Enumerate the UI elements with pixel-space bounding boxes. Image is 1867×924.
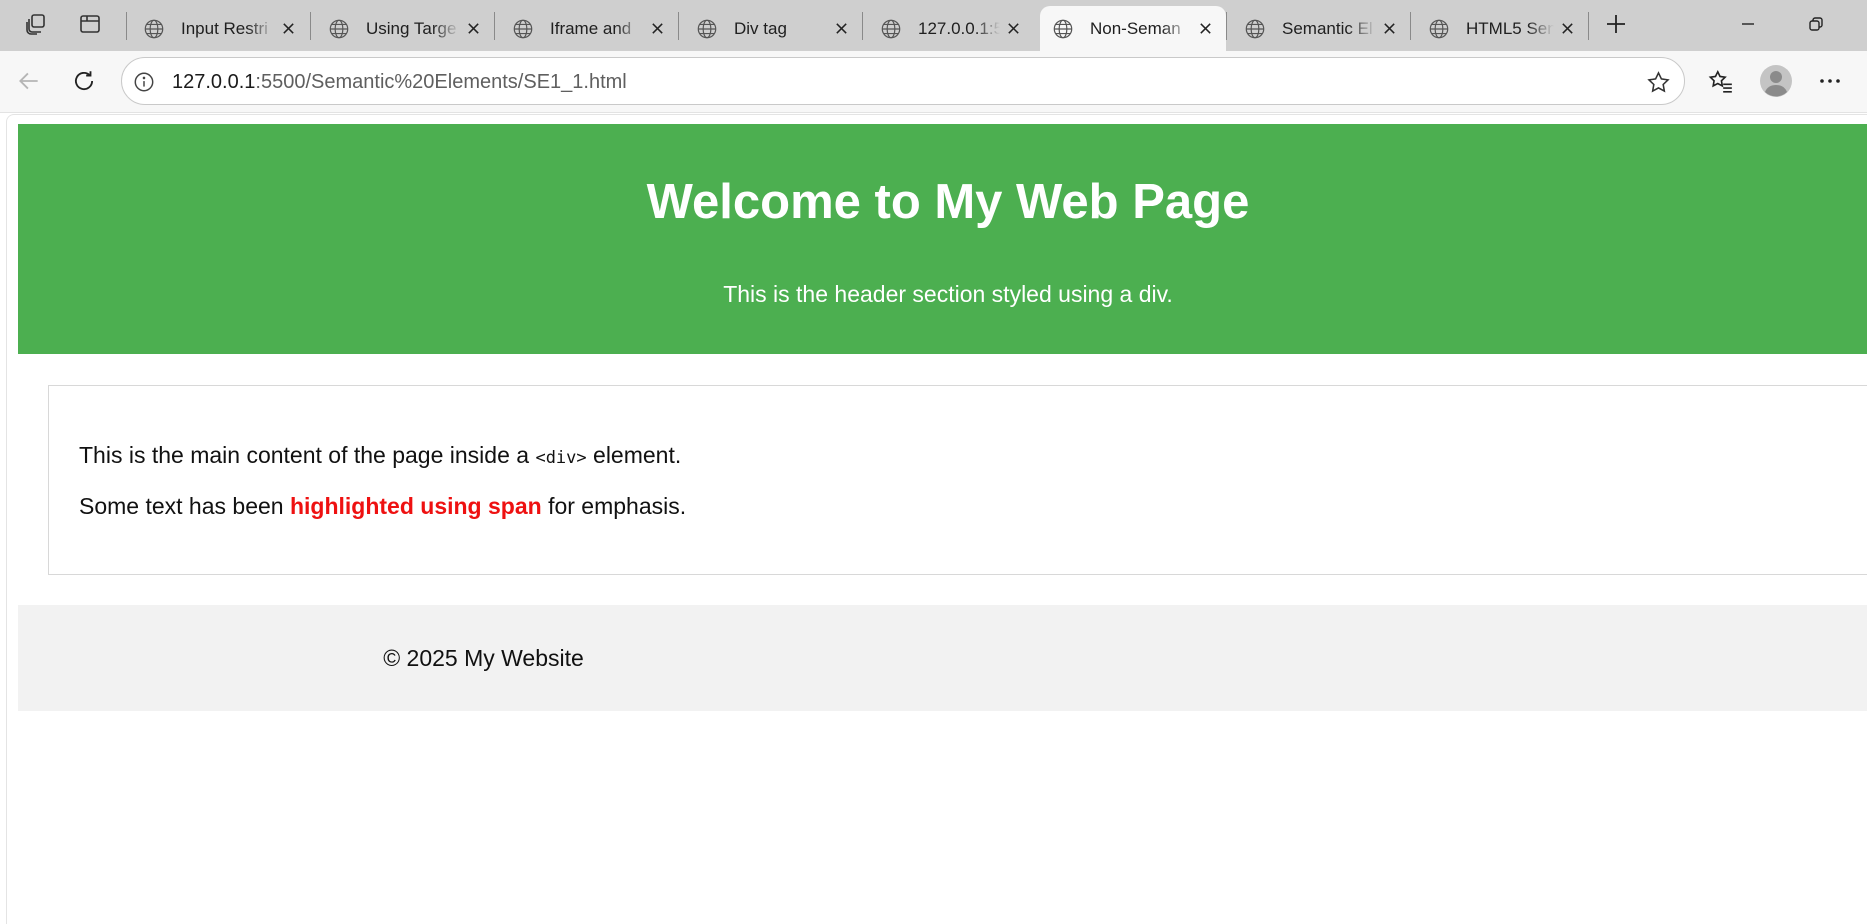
header-subtitle: This is the header section styled using … [723, 281, 1173, 307]
restore-icon [1809, 17, 1823, 31]
profile-button[interactable] [1755, 60, 1797, 102]
minimize-icon [1742, 23, 1754, 25]
tab-separator [1226, 12, 1227, 40]
workspaces-button[interactable] [16, 6, 56, 42]
browser-tab[interactable]: 127.0.0.1:55 [868, 6, 1034, 51]
globe-icon [143, 18, 165, 40]
tab-title: Semantic El [1282, 18, 1373, 38]
close-icon[interactable] [1000, 16, 1026, 42]
tab-separator [310, 12, 311, 40]
favorites-icon [1708, 69, 1732, 93]
globe-icon [1244, 18, 1266, 40]
browser-tab[interactable]: Semantic El [1232, 6, 1410, 51]
plus-icon [1607, 15, 1625, 33]
close-icon[interactable] [1376, 16, 1402, 42]
tab-title: 127.0.0.1:55 [918, 18, 1000, 38]
globe-icon [512, 18, 534, 40]
profile-avatar-icon [1760, 65, 1792, 97]
favorites-button[interactable] [1700, 60, 1742, 102]
tab-actions-button[interactable] [70, 6, 110, 42]
globe-icon [1428, 18, 1450, 40]
globe-icon [328, 18, 350, 40]
main-paragraph-2: Some text has been highlighted using spa… [79, 493, 686, 520]
browser-tab[interactable]: Non-Seman [1040, 6, 1226, 51]
more-button[interactable] [1809, 60, 1851, 102]
close-icon[interactable] [1192, 16, 1218, 42]
more-icon [1820, 79, 1840, 83]
paragraph-text: for emphasis. [541, 493, 687, 519]
tab-title: Div tag [734, 18, 787, 38]
close-icon[interactable] [460, 16, 486, 42]
browser-tab[interactable]: Input Restri [131, 6, 309, 51]
back-arrow-icon [19, 72, 38, 90]
site-info-button[interactable] [131, 69, 157, 95]
minimize-button[interactable] [1714, 0, 1782, 48]
restore-button[interactable] [1782, 0, 1850, 48]
url-text[interactable]: 127.0.0.1:5500/Semantic%20Elements/SE1_1… [172, 71, 627, 94]
url-host: 127.0.0.1 [172, 71, 256, 93]
page-footer: © 2025 My Website [18, 605, 1867, 711]
tab-actions-icon [80, 15, 100, 33]
tab-title: Iframe and [550, 18, 632, 38]
address-bar[interactable]: 127.0.0.1:5500/Semantic%20Elements/SE1_1… [121, 57, 1685, 105]
paragraph-text: Some text has been [79, 493, 290, 519]
close-icon[interactable] [1554, 16, 1580, 42]
globe-icon [880, 18, 902, 40]
browser-tab[interactable]: HTML5 Sen [1416, 6, 1588, 51]
browser-toolbar: 127.0.0.1:5500/Semantic%20Elements/SE1_1… [0, 51, 1867, 113]
refresh-icon [74, 71, 94, 90]
tab-title: HTML5 Sen [1466, 18, 1554, 38]
paragraph-text: element. [586, 442, 682, 468]
close-icon[interactable] [644, 16, 670, 42]
tab-separator [1588, 12, 1589, 40]
highlighted-text: highlighted using span [289, 493, 542, 519]
info-icon [134, 72, 154, 92]
code-snippet: <div> [535, 448, 587, 468]
tab-title: Input Restri [181, 18, 268, 38]
paragraph-text: This is the main content of the page ins… [79, 442, 536, 468]
globe-icon [1052, 18, 1074, 40]
star-icon [1646, 70, 1670, 92]
page-header: Welcome to My Web Page This is the heade… [18, 124, 1867, 354]
page-title: Welcome to My Web Page [646, 175, 1250, 229]
url-path: :5500/Semantic%20Elements/SE1_1.html [255, 71, 627, 93]
tab-separator [1410, 12, 1411, 40]
tab-separator [678, 12, 679, 40]
browser-tab[interactable]: Iframe and [500, 6, 678, 51]
footer-text: © 2025 My Website [383, 645, 584, 671]
browser-tab[interactable]: Using Targe [316, 6, 494, 51]
main-paragraph-1: This is the main content of the page ins… [79, 442, 681, 469]
close-icon[interactable] [275, 16, 301, 42]
new-tab-button[interactable] [1596, 6, 1636, 42]
tab-separator [126, 12, 127, 40]
main-content: This is the main content of the page ins… [48, 385, 1867, 575]
tab-separator [862, 12, 863, 40]
tab-strip: Input Restri Using Targe Iframe and Div tag… [0, 0, 1867, 51]
add-favorite-button[interactable] [1644, 68, 1672, 96]
browser-tab[interactable]: Div tag [684, 6, 862, 51]
globe-icon [696, 18, 718, 40]
tab-title: Using Targe [366, 18, 457, 38]
back-button[interactable] [8, 60, 50, 102]
page-viewport: Welcome to My Web Page This is the heade… [6, 114, 1867, 924]
workspaces-icon [26, 14, 45, 35]
tab-separator [494, 12, 495, 40]
tab-title: Non-Seman [1090, 18, 1181, 38]
close-icon[interactable] [828, 16, 854, 42]
refresh-button[interactable] [63, 60, 105, 102]
